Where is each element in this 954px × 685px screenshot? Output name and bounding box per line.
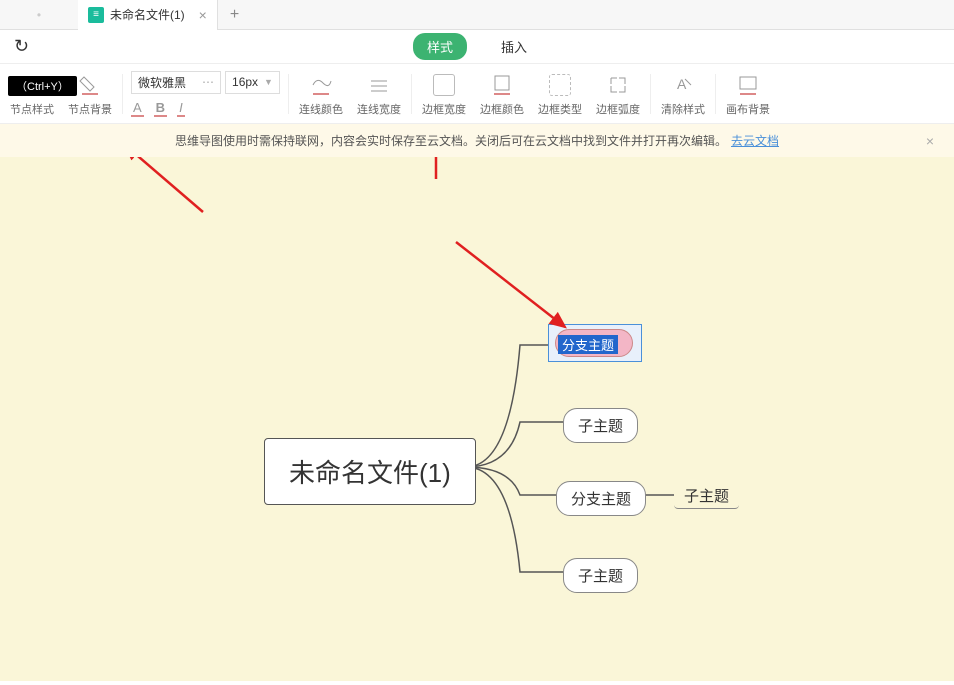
notice-bar: 思维导图使用时需保持联网，内容会实时保存至云文档。关闭后可在云文档中找到文件并打…: [0, 124, 954, 157]
font-size-select[interactable]: 16px ▼: [225, 71, 280, 94]
app-icon: ≡: [88, 7, 104, 23]
annotation-arrows: [0, 157, 954, 681]
branch-node-selected[interactable]: 分支主题: [558, 335, 618, 354]
line-width-button[interactable]: 连线宽度: [351, 64, 407, 123]
tooltip-redo-shortcut: （Ctrl+Y）: [8, 76, 77, 96]
paint-icon: [78, 73, 102, 97]
menu-style[interactable]: 样式: [413, 33, 467, 60]
canvas-bg-icon: [736, 73, 760, 97]
notice-text: 思维导图使用时需保持联网，内容会实时保存至云文档。关闭后可在云文档中找到文件并打…: [175, 132, 727, 149]
line-color-icon: [309, 73, 333, 97]
canvas-bg-button[interactable]: 画布背景: [720, 64, 776, 123]
clear-style-icon: A: [671, 73, 695, 97]
border-width-button[interactable]: 边框宽度: [416, 64, 472, 123]
leaf-node-1[interactable]: 子主题: [674, 483, 739, 509]
chevron-down-icon: ▼: [264, 77, 273, 87]
line-width-icon: [367, 73, 391, 97]
tab-title: 未命名文件(1): [110, 6, 185, 23]
child-node-1[interactable]: 子主题: [563, 408, 638, 443]
italic-button[interactable]: I: [177, 100, 185, 117]
close-tab-icon[interactable]: ×: [199, 7, 207, 23]
border-radius-button[interactable]: 边框弧度: [590, 64, 646, 123]
border-type-button[interactable]: 边框类型: [532, 64, 588, 123]
branch-node-2[interactable]: 分支主题: [556, 481, 646, 516]
root-node[interactable]: 未命名文件(1): [264, 438, 476, 505]
prev-tab-slot: •: [0, 8, 78, 22]
dropdown-icon: ⋯: [202, 75, 214, 89]
notice-close-icon[interactable]: ×: [926, 133, 934, 149]
border-color-button[interactable]: 边框颜色: [474, 64, 530, 123]
clear-style-button[interactable]: A 清除样式: [655, 64, 711, 123]
border-color-icon: [490, 73, 514, 97]
menu-insert[interactable]: 插入: [487, 33, 541, 60]
border-type-icon: [549, 74, 571, 96]
border-width-icon: [433, 74, 455, 96]
svg-text:A: A: [677, 76, 687, 92]
toolbar: 节点样式 节点背景 微软雅黑 ⋯ 16px ▼ A B I 连线颜色 连线宽度: [0, 64, 954, 124]
add-tab-button[interactable]: +: [218, 6, 251, 24]
mindmap-canvas[interactable]: 未命名文件(1) 分支主题 子主题 分支主题 子主题 子主题: [0, 157, 954, 681]
font-family-select[interactable]: 微软雅黑 ⋯: [131, 71, 221, 94]
document-tab[interactable]: ≡ 未命名文件(1) ×: [78, 0, 218, 30]
border-radius-icon: [606, 73, 630, 97]
mindmap-connectors: [0, 157, 954, 681]
bold-button[interactable]: B: [154, 100, 167, 117]
titlebar: • ≡ 未命名文件(1) × +: [0, 0, 954, 30]
notice-link[interactable]: 去云文档: [731, 132, 779, 149]
child-node-2[interactable]: 子主题: [563, 558, 638, 593]
font-color-button[interactable]: A: [131, 100, 144, 117]
menubar: ↻ 样式 插入: [0, 30, 954, 64]
line-color-button[interactable]: 连线颜色: [293, 64, 349, 123]
redo-button[interactable]: ↻: [0, 36, 43, 57]
